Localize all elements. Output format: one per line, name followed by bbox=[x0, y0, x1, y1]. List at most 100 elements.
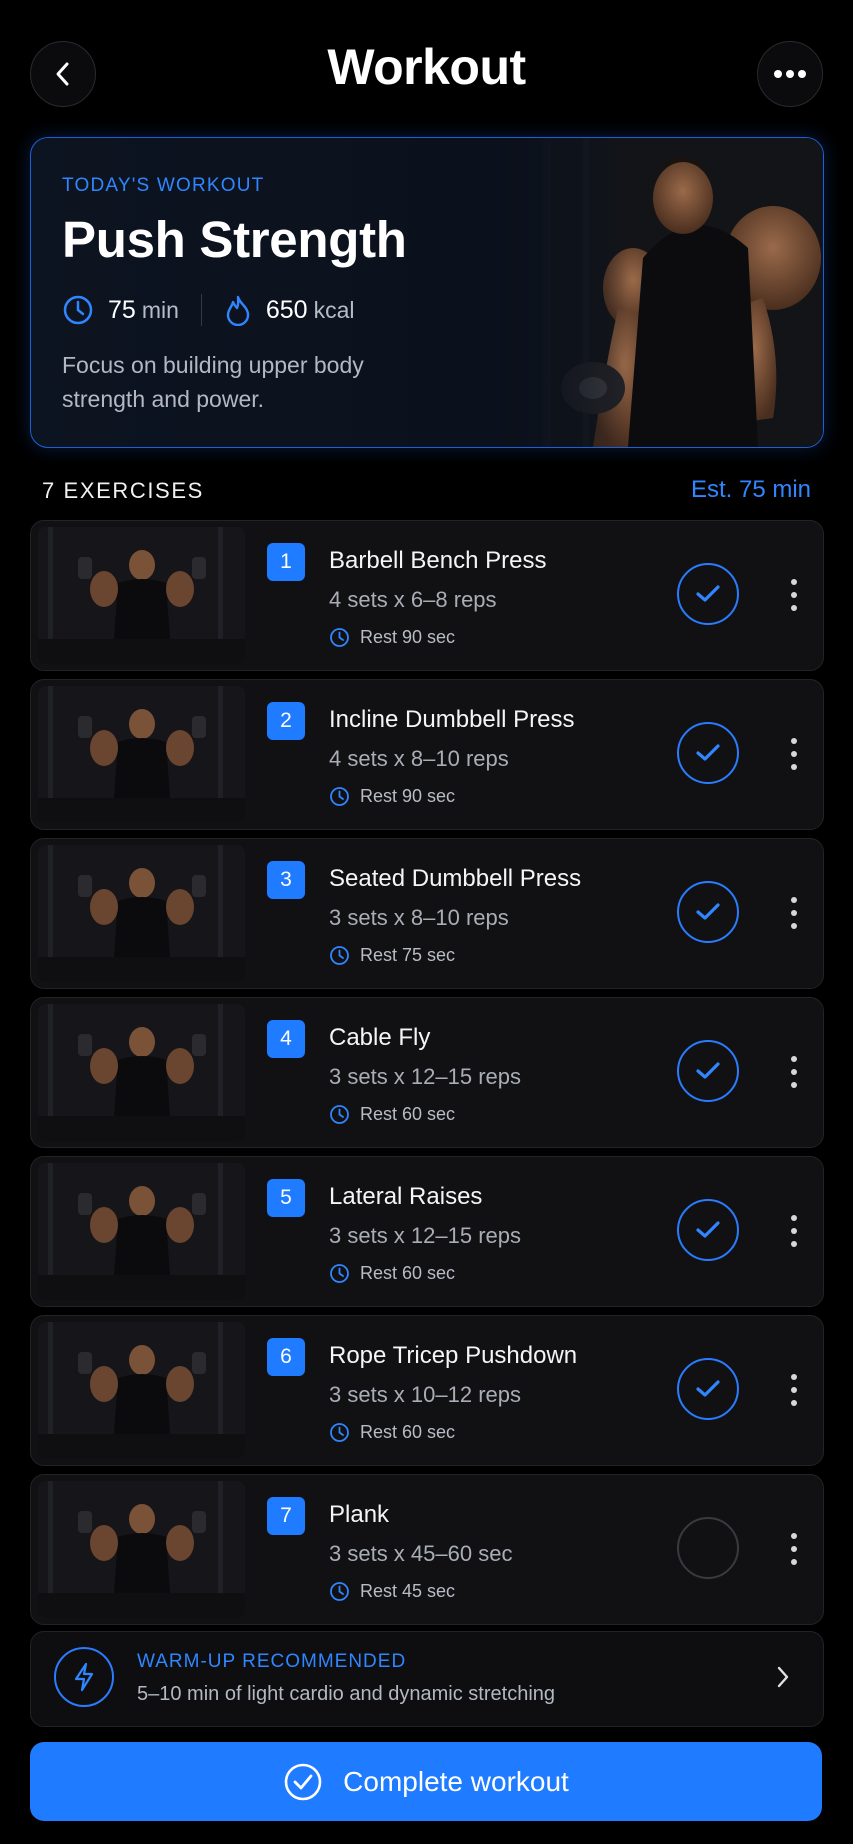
workout-description: Focus on building upper body strength an… bbox=[62, 352, 364, 412]
exercise-card[interactable]: 7 Plank 3 sets x 45–60 sec Rest 45 sec bbox=[30, 1474, 824, 1625]
exercise-name: Plank bbox=[329, 1501, 390, 1528]
warmup-subtitle: 5–10 min of light cardio and dynamic str… bbox=[137, 1683, 556, 1705]
exercise-card[interactable]: 1 Barbell Bench Press 4 sets x 6–8 reps … bbox=[30, 520, 824, 671]
calories-stat: 650 kcal bbox=[224, 294, 355, 326]
complete-workout-label: Complete workout bbox=[343, 1765, 569, 1797]
exercise-number: 4 bbox=[280, 1027, 292, 1050]
exercise-name: Cable Fly bbox=[329, 1024, 431, 1051]
checkmark-icon bbox=[696, 1062, 720, 1079]
exercise-sets-reps: 3 sets x 45–60 sec bbox=[329, 1541, 513, 1566]
clock-icon bbox=[330, 1423, 349, 1442]
exercise-card[interactable]: 4 Cable Fly 3 sets x 12–15 reps Rest 60 … bbox=[30, 997, 824, 1148]
exercise-sets-reps: 4 sets x 8–10 reps bbox=[329, 746, 509, 771]
exercise-menu-button[interactable] bbox=[783, 1374, 805, 1406]
exercise-menu-button[interactable] bbox=[783, 897, 805, 929]
exercise-rest: Rest 60 sec bbox=[329, 1263, 455, 1284]
exercise-thumbnail bbox=[38, 527, 245, 664]
exercise-card[interactable]: 6 Rope Tricep Pushdown 3 sets x 10–12 re… bbox=[30, 1315, 824, 1466]
hero-eyebrow: TODAY'S WORKOUT bbox=[62, 175, 265, 196]
complete-checkbox[interactable] bbox=[677, 563, 739, 625]
rest-text: Rest 45 sec bbox=[360, 1581, 456, 1601]
flame-icon bbox=[226, 295, 250, 326]
exercise-sets-reps: 3 sets x 8–10 reps bbox=[329, 905, 509, 930]
duration-stat: 75 min bbox=[62, 294, 179, 326]
more-options-button[interactable] bbox=[757, 41, 823, 107]
duration-value: 75 bbox=[108, 295, 136, 324]
exercise-number-badge: 3 bbox=[267, 861, 305, 899]
complete-checkbox[interactable] bbox=[677, 881, 739, 943]
rest-text: Rest 75 sec bbox=[360, 945, 456, 965]
clock-icon bbox=[330, 628, 349, 647]
warmup-title: WARM-UP RECOMMENDED bbox=[137, 1651, 407, 1672]
more-horizontal-icon bbox=[774, 70, 806, 78]
exercise-thumbnail bbox=[38, 1163, 245, 1300]
exercise-number: 3 bbox=[280, 868, 292, 891]
clock-icon bbox=[63, 295, 93, 325]
duration-unit: min bbox=[141, 296, 179, 323]
exercise-number-badge: 4 bbox=[267, 1020, 305, 1058]
exercise-number: 1 bbox=[280, 550, 292, 573]
clock-icon bbox=[330, 1582, 349, 1601]
exercise-number-badge: 7 bbox=[267, 1497, 305, 1535]
exercise-number: 6 bbox=[280, 1345, 292, 1368]
complete-checkbox[interactable] bbox=[677, 1040, 739, 1102]
clock-icon bbox=[330, 787, 349, 806]
exercise-rest: Rest 90 sec bbox=[329, 786, 455, 807]
exercise-menu-button[interactable] bbox=[783, 1056, 805, 1088]
exercise-number: 7 bbox=[280, 1504, 292, 1527]
checkmark-icon bbox=[696, 1380, 720, 1397]
exercise-sets-reps: 3 sets x 12–15 reps bbox=[329, 1064, 522, 1089]
exercise-sets-reps: 4 sets x 6–8 reps bbox=[329, 587, 497, 612]
exercise-card[interactable]: 5 Lateral Raises 3 sets x 12–15 reps Res… bbox=[30, 1156, 824, 1307]
clock-icon bbox=[330, 1105, 349, 1124]
exercise-menu-button[interactable] bbox=[783, 579, 805, 611]
exercise-name: Seated Dumbbell Press bbox=[329, 865, 582, 892]
complete-workout-button[interactable]: Complete workout bbox=[30, 1742, 822, 1821]
exercise-count: 7 EXERCISES bbox=[42, 478, 204, 503]
rest-text: Rest 90 sec bbox=[360, 627, 456, 647]
exercise-number-badge: 5 bbox=[267, 1179, 305, 1217]
exercise-number-badge: 6 bbox=[267, 1338, 305, 1376]
exercise-thumbnail bbox=[38, 1322, 245, 1459]
exercise-menu-button[interactable] bbox=[783, 1533, 805, 1565]
complete-checkbox[interactable] bbox=[677, 722, 739, 784]
exercise-card[interactable]: 3 Seated Dumbbell Press 3 sets x 8–10 re… bbox=[30, 838, 824, 989]
rest-text: Rest 60 sec bbox=[360, 1104, 456, 1124]
exercise-name: Lateral Raises bbox=[329, 1183, 483, 1210]
exercise-number: 5 bbox=[280, 1186, 292, 1209]
complete-checkbox[interactable] bbox=[677, 1517, 739, 1579]
exercise-number-badge: 1 bbox=[267, 543, 305, 581]
athlete-image bbox=[523, 138, 823, 447]
clock-icon bbox=[330, 1264, 349, 1283]
warmup-banner[interactable]: WARM-UP RECOMMENDED 5–10 min of light ca… bbox=[30, 1631, 824, 1727]
exercise-thumbnail bbox=[38, 845, 245, 982]
clock-icon bbox=[330, 946, 349, 965]
exercise-rest: Rest 75 sec bbox=[329, 945, 455, 966]
top-bar: Workout bbox=[0, 0, 853, 146]
exercise-thumbnail bbox=[38, 686, 245, 823]
chevron-right-icon bbox=[777, 1666, 789, 1688]
rest-text: Rest 60 sec bbox=[360, 1422, 456, 1442]
checkmark-icon bbox=[696, 1221, 720, 1238]
complete-checkbox[interactable] bbox=[677, 1199, 739, 1261]
exercise-sets-reps: 3 sets x 12–15 reps bbox=[329, 1223, 522, 1248]
todays-workout-card[interactable]: TODAY'S WORKOUT Push Strength 75 min 650… bbox=[30, 137, 824, 448]
exercise-number-badge: 2 bbox=[267, 702, 305, 740]
complete-checkbox[interactable] bbox=[677, 1358, 739, 1420]
hero-stats: 75 min 650 kcal bbox=[62, 290, 355, 330]
checkmark-icon bbox=[696, 585, 720, 602]
stat-divider bbox=[200, 294, 202, 326]
exercise-thumbnail bbox=[38, 1481, 245, 1618]
checkmark-icon bbox=[696, 744, 720, 761]
page-title: Workout bbox=[327, 39, 526, 95]
exercise-name: Incline Dumbbell Press bbox=[329, 706, 575, 733]
estimated-time: Est. 75 min bbox=[690, 476, 811, 503]
workout-title: Push Strength bbox=[62, 211, 407, 268]
exercise-number: 2 bbox=[280, 709, 292, 732]
exercise-menu-button[interactable] bbox=[783, 1215, 805, 1247]
lightning-icon bbox=[54, 1647, 114, 1707]
calories-unit: kcal bbox=[313, 296, 355, 323]
exercise-card[interactable]: 2 Incline Dumbbell Press 4 sets x 8–10 r… bbox=[30, 679, 824, 830]
exercise-name: Rope Tricep Pushdown bbox=[329, 1342, 578, 1369]
exercise-menu-button[interactable] bbox=[783, 738, 805, 770]
